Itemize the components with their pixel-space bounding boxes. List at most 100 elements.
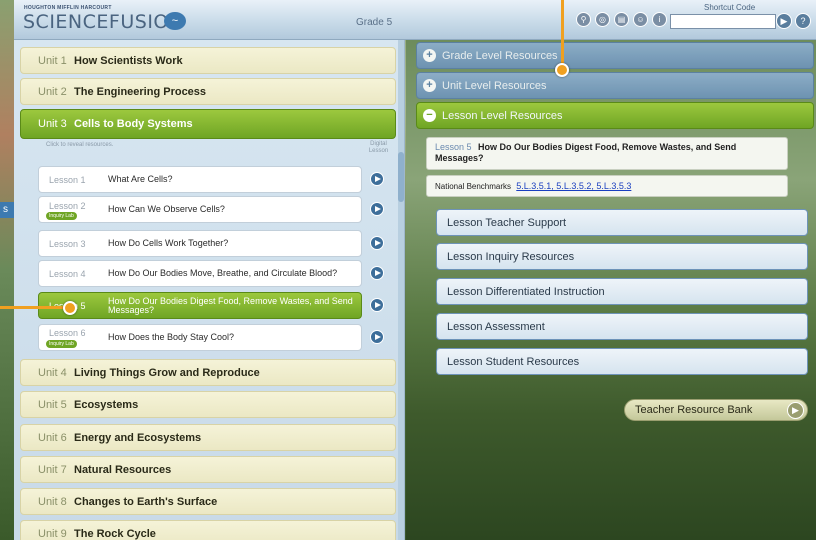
arrow-right-icon: ▶ — [787, 402, 804, 419]
unit-title: Energy and Ecosystems — [74, 431, 202, 444]
shortcut-code-label: Shortcut Code — [704, 3, 756, 12]
play-icon[interactable] — [370, 298, 384, 312]
selected-lesson-title: How Do Our Bodies Digest Food, Remove Wa… — [435, 142, 737, 163]
unit-row-9[interactable]: Unit 9 The Rock Cycle — [20, 520, 396, 540]
unit-number: Unit 4 — [38, 366, 67, 379]
unit-row-2[interactable]: Unit 2 The Engineering Process — [20, 78, 396, 105]
unit-number: Unit 1 — [38, 54, 67, 67]
play-icon[interactable] — [370, 236, 384, 250]
unit-title: Ecosystems — [74, 398, 139, 411]
callout-dot-unit-resources — [555, 63, 569, 77]
benchmarks-links[interactable]: 5.L.3.5.1, 5.L.3.5.2, 5.L.3.5.3 — [516, 181, 631, 191]
background-photo-strip — [0, 0, 14, 540]
teacher-resource-bank-label: Teacher Resource Bank — [635, 404, 753, 416]
header-label: Lesson Level Resources — [442, 109, 563, 122]
help-icon[interactable]: ? — [795, 13, 811, 29]
unit-title: Cells to Body Systems — [74, 118, 193, 130]
selected-lesson-info: Lesson 5 How Do Our Bodies Digest Food, … — [426, 137, 788, 170]
plus-icon: + — [423, 79, 436, 92]
lesson-assessment-button[interactable]: Lesson Assessment — [436, 313, 808, 340]
play-icon[interactable] — [370, 172, 384, 186]
lesson-title: How Can We Observe Cells? — [108, 204, 225, 214]
plus-icon: + — [423, 49, 436, 62]
app-logo: SCIENCEFUSION — [23, 11, 184, 33]
grade-label: Grade 5 — [356, 17, 393, 28]
unit-row-1[interactable]: Unit 1 How Scientists Work — [20, 47, 396, 74]
lesson-row-4[interactable]: Lesson 4 How Do Our Bodies Move, Breathe… — [38, 260, 362, 287]
lesson-title: How Does the Body Stay Cool? — [108, 332, 235, 342]
logo-swoosh-icon: ~ — [164, 12, 186, 30]
callout-line-left — [0, 306, 70, 309]
unit-number: Unit 8 — [38, 495, 67, 508]
lesson-number: Lesson 6 — [49, 328, 86, 338]
lesson-inquiry-resources-button[interactable]: Lesson Inquiry Resources — [436, 243, 808, 270]
national-benchmarks: National Benchmarks 5.L.3.5.1, 5.L.3.5.2… — [426, 175, 788, 197]
callout-line-top — [561, 0, 564, 68]
unit-level-resources-header[interactable]: + Unit Level Resources — [416, 72, 814, 99]
left-scroll-thumb[interactable] — [398, 152, 404, 202]
resources-panel: + Grade Level Resources + Unit Level Res… — [406, 40, 816, 540]
search-icon[interactable]: ⚲ — [576, 12, 591, 27]
unit-row-3[interactable]: Unit 3 Cells to Body Systems — [20, 109, 396, 139]
top-bar: HOUGHTON MIFFLIN HARCOURT SCIENCEFUSION … — [14, 0, 816, 40]
info-icon[interactable]: i — [652, 12, 667, 27]
unit-number: Unit 9 — [38, 527, 67, 540]
unit-row-8[interactable]: Unit 8 Changes to Earth's Surface — [20, 488, 396, 515]
digital-lesson-label: Digital Lesson — [368, 141, 389, 154]
inquiry-lab-badge: Inquiry Lab — [46, 340, 77, 348]
lesson-number: Lesson 1 — [49, 174, 86, 185]
lesson-level-resources-header[interactable]: − Lesson Level Resources — [416, 102, 814, 129]
unit-row-4[interactable]: Unit 4 Living Things Grow and Reproduce — [20, 359, 396, 386]
unit-row-6[interactable]: Unit 6 Energy and Ecosystems — [20, 424, 396, 451]
unit-number: Unit 7 — [38, 463, 67, 476]
document-icon[interactable]: ▤ — [614, 12, 629, 27]
unit-title: The Rock Cycle — [74, 527, 156, 540]
unit-title: Changes to Earth's Surface — [74, 495, 218, 508]
benchmarks-label: National Benchmarks — [435, 182, 512, 191]
selected-lesson-number: Lesson 5 — [435, 142, 472, 152]
lesson-row-2[interactable]: Lesson 2 How Can We Observe Cells? Inqui… — [38, 196, 362, 223]
people-icon[interactable]: ☺ — [633, 12, 648, 27]
lesson-differentiated-instruction-button[interactable]: Lesson Differentiated Instruction — [436, 278, 808, 305]
unit-title: Natural Resources — [74, 463, 172, 476]
play-icon[interactable] — [370, 266, 384, 280]
play-icon[interactable] — [370, 330, 384, 344]
left-scrollbar[interactable] — [398, 40, 404, 540]
unit-number: Unit 2 — [38, 85, 67, 98]
teacher-resource-bank-button[interactable]: Teacher Resource Bank ▶ — [624, 399, 808, 421]
lesson-list: Click to reveal resources. Digital Lesso… — [20, 138, 396, 356]
header-label: Grade Level Resources — [442, 49, 558, 62]
app-window: HOUGHTON MIFFLIN HARCOURT SCIENCEFUSION … — [14, 0, 816, 540]
lesson-title: How Do Cells Work Together? — [108, 238, 229, 248]
unit-row-5[interactable]: Unit 5 Ecosystems — [20, 391, 396, 418]
globe-icon[interactable]: ◎ — [595, 12, 610, 27]
header-label: Unit Level Resources — [442, 79, 547, 92]
go-arrow-icon[interactable]: ▶ — [776, 13, 792, 29]
lesson-teacher-support-button[interactable]: Lesson Teacher Support — [436, 209, 808, 236]
lesson-row-1[interactable]: Lesson 1 What Are Cells? — [38, 166, 362, 193]
shortcut-code-input[interactable] — [670, 14, 776, 29]
unit-number: Unit 6 — [38, 431, 67, 444]
lesson-title: How Do Our Bodies Move, Breathe, and Cir… — [108, 268, 338, 278]
lesson-row-3[interactable]: Lesson 3 How Do Cells Work Together? — [38, 230, 362, 257]
grade-level-resources-header[interactable]: + Grade Level Resources — [416, 42, 814, 69]
lesson-number: Lesson 2 — [49, 201, 86, 211]
unit-title: Living Things Grow and Reproduce — [74, 366, 260, 379]
lesson-row-5[interactable]: Lesson 5 How Do Our Bodies Digest Food, … — [38, 292, 362, 319]
lesson-title: What Are Cells? — [108, 174, 173, 184]
reveal-hint: Click to reveal resources. — [46, 142, 114, 148]
callout-dot-lesson-5 — [63, 301, 77, 315]
lesson-number: Lesson 4 — [49, 268, 86, 279]
minus-icon: − — [423, 109, 436, 122]
unit-number: Unit 5 — [38, 398, 67, 411]
unit-title: How Scientists Work — [74, 54, 183, 67]
unit-title: The Engineering Process — [74, 85, 207, 98]
lesson-row-6[interactable]: Lesson 6 How Does the Body Stay Cool? In… — [38, 324, 362, 351]
unit-number: Unit 3 — [38, 118, 67, 130]
play-icon[interactable] — [370, 202, 384, 216]
unit-row-7[interactable]: Unit 7 Natural Resources — [20, 456, 396, 483]
inquiry-lab-badge: Inquiry Lab — [46, 212, 77, 220]
lesson-title: How Do Our Bodies Digest Food, Remove Wa… — [108, 295, 353, 315]
lesson-student-resources-button[interactable]: Lesson Student Resources — [436, 348, 808, 375]
unit-navigation-panel: Unit 1 How Scientists Work Unit 2 The En… — [14, 40, 405, 540]
